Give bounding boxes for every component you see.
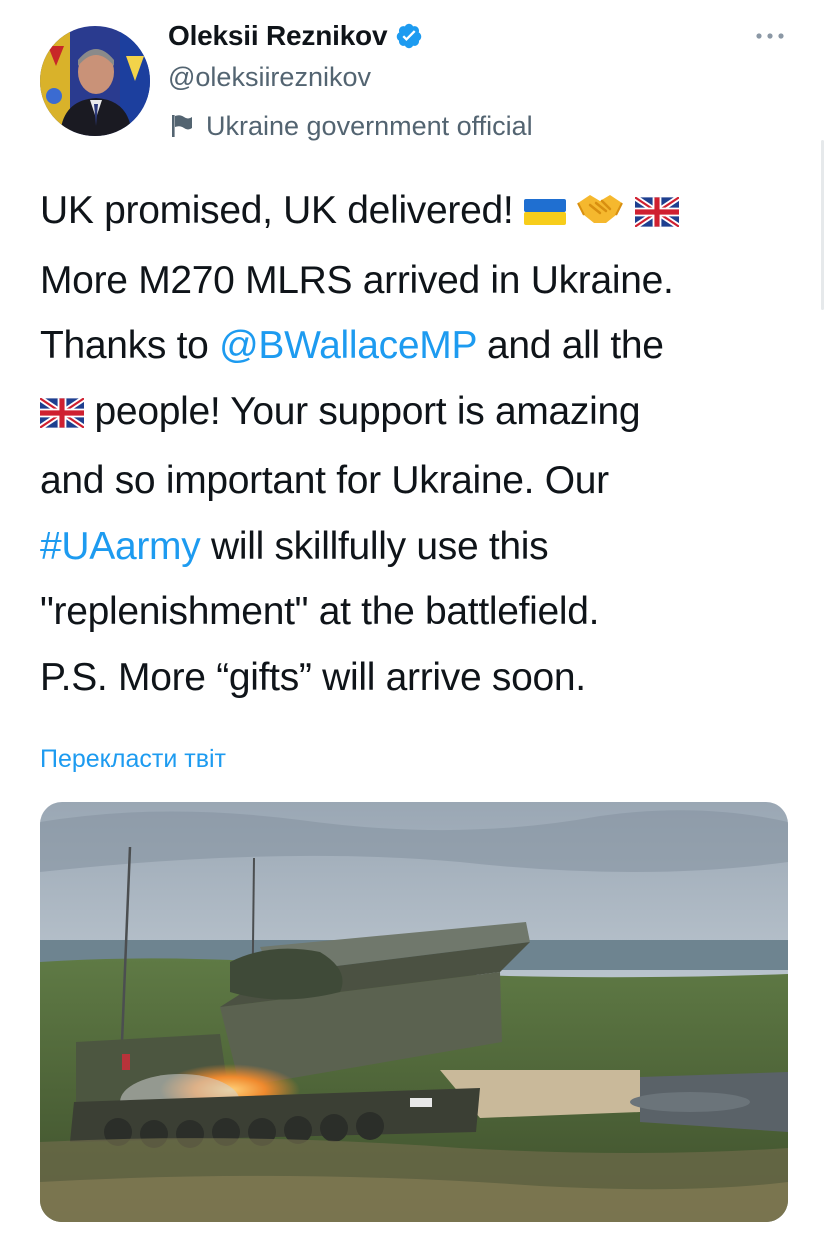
verified-badge-icon [395, 22, 423, 50]
hashtag-link[interactable]: #UAarmy [40, 525, 201, 568]
scrollbar[interactable] [821, 140, 824, 310]
author-display-name[interactable]: Oleksii Reznikov [168, 20, 388, 52]
government-official-label: Ukraine government official [206, 110, 533, 141]
tweet-line-4: people! Your support is amazing [38, 379, 800, 449]
tweet-line-6: #UAarmy will skillfully use this [40, 524, 549, 568]
translate-tweet-link[interactable]: Перекласти твіт [40, 745, 226, 774]
tweet-line-8: P.S. More “gifts” will arrive soon. [40, 655, 586, 699]
tweet-line-5: and so important for Ukraine. Our [40, 459, 609, 502]
tweet-media-photo[interactable] [40, 802, 788, 1222]
author-handle[interactable]: @oleksiireznikov [168, 58, 768, 96]
tweet-text: UK promised, UK delivered! More M270 MLR… [38, 178, 800, 710]
mention-link[interactable]: @BWallaceMP [219, 324, 477, 367]
tweet-header: Oleksii Reznikov @oleksiireznikov Ukrain… [168, 16, 768, 144]
handshake-icon [576, 182, 624, 248]
government-label-row: Ukraine government official [168, 108, 768, 144]
tweet-line-3: Thanks to @BWallaceMP and all the [40, 324, 664, 367]
tweet-line-2: More M270 MLRS arrived in Ukraine. [40, 258, 674, 302]
ukraine-flag-icon [523, 182, 566, 248]
tweet-line-7: "replenishment" at the battlefield. [40, 590, 600, 633]
uk-flag-icon [38, 383, 86, 449]
name-row: Oleksii Reznikov [168, 16, 768, 56]
tweet-line-1: UK promised, UK delivered! [40, 178, 800, 248]
author-avatar[interactable] [40, 26, 150, 136]
more-options-icon[interactable] [754, 28, 786, 44]
flag-icon [170, 113, 194, 139]
uk-flag-icon [633, 182, 681, 248]
